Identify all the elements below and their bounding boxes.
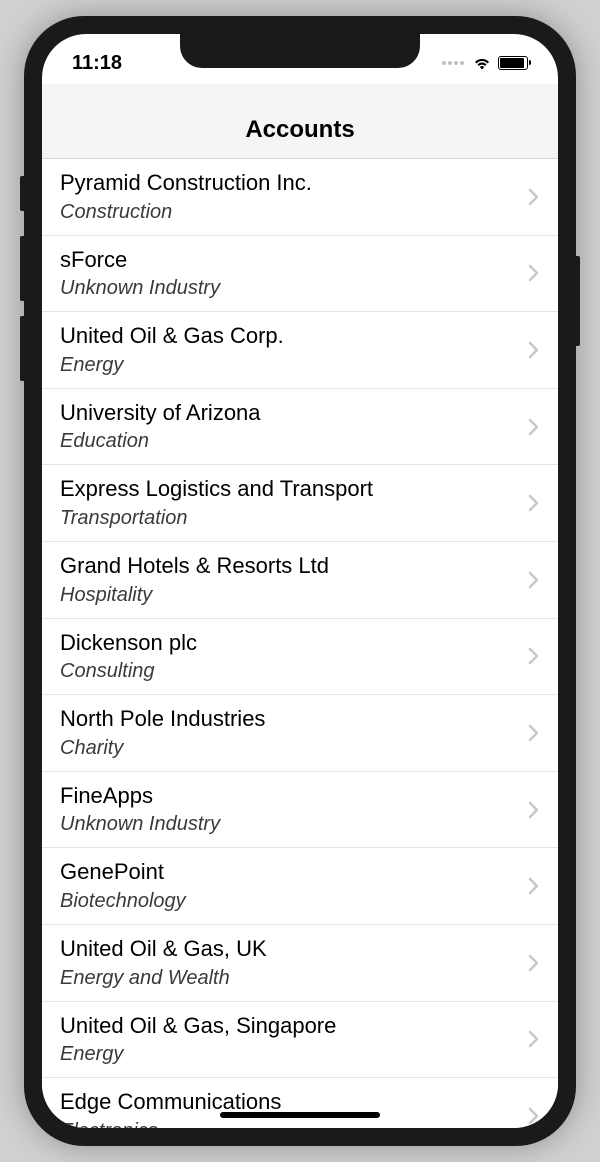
account-industry: Energy and Wealth (60, 966, 520, 991)
list-item[interactable]: United Oil & Gas, SingaporeEnergy (42, 1002, 558, 1079)
home-indicator[interactable] (220, 1112, 380, 1118)
account-industry: Hospitality (60, 583, 520, 608)
list-item-content: United Oil & Gas, SingaporeEnergy (60, 1012, 520, 1068)
account-industry: Unknown Industry (60, 812, 520, 837)
list-item[interactable]: FineAppsUnknown Industry (42, 772, 558, 849)
phone-frame: 11:18 Accounts Pyramid Constructio (24, 16, 576, 1146)
account-name: United Oil & Gas Corp. (60, 322, 520, 351)
wifi-icon (472, 56, 492, 71)
volume-down-button (20, 316, 24, 381)
account-name: North Pole Industries (60, 705, 520, 734)
list-item[interactable]: GenePointBiotechnology (42, 848, 558, 925)
page-title: Accounts (42, 116, 558, 144)
list-item-content: Pyramid Construction Inc.Construction (60, 169, 520, 225)
chevron-right-icon (528, 877, 540, 895)
account-name: United Oil & Gas, Singapore (60, 1012, 520, 1041)
ringer-switch (20, 176, 24, 211)
account-industry: Electronics (60, 1119, 520, 1128)
list-item-content: University of ArizonaEducation (60, 399, 520, 455)
list-item-content: United Oil & Gas Corp.Energy (60, 322, 520, 378)
chevron-right-icon (528, 264, 540, 282)
chevron-right-icon (528, 1107, 540, 1125)
list-item[interactable]: United Oil & Gas Corp.Energy (42, 312, 558, 389)
list-item-content: sForceUnknown Industry (60, 246, 520, 302)
list-item[interactable]: North Pole IndustriesCharity (42, 695, 558, 772)
account-industry: Unknown Industry (60, 276, 520, 301)
battery-icon (498, 56, 528, 70)
list-item[interactable]: Pyramid Construction Inc.Construction (42, 159, 558, 236)
list-item[interactable]: Grand Hotels & Resorts LtdHospitality (42, 542, 558, 619)
chevron-right-icon (528, 954, 540, 972)
chevron-right-icon (528, 571, 540, 589)
chevron-right-icon (528, 647, 540, 665)
notch (180, 34, 420, 68)
list-item[interactable]: United Oil & Gas, UKEnergy and Wealth (42, 925, 558, 1002)
account-name: Pyramid Construction Inc. (60, 169, 520, 198)
screen: 11:18 Accounts Pyramid Constructio (42, 34, 558, 1128)
account-industry: Education (60, 429, 520, 454)
account-name: Express Logistics and Transport (60, 475, 520, 504)
volume-up-button (20, 236, 24, 301)
list-item[interactable]: University of ArizonaEducation (42, 389, 558, 466)
list-item-content: FineAppsUnknown Industry (60, 782, 520, 838)
list-item-content: United Oil & Gas, UKEnergy and Wealth (60, 935, 520, 991)
list-item[interactable]: Edge CommunicationsElectronics (42, 1078, 558, 1128)
chevron-right-icon (528, 341, 540, 359)
list-item-content: North Pole IndustriesCharity (60, 705, 520, 761)
status-icons (442, 56, 528, 71)
account-name: sForce (60, 246, 520, 275)
chevron-right-icon (528, 494, 540, 512)
list-item[interactable]: sForceUnknown Industry (42, 236, 558, 313)
chevron-right-icon (528, 1030, 540, 1048)
power-button (576, 256, 580, 346)
account-name: Grand Hotels & Resorts Ltd (60, 552, 520, 581)
account-industry: Energy (60, 1042, 520, 1067)
account-industry: Consulting (60, 659, 520, 684)
account-industry: Transportation (60, 506, 520, 531)
account-name: GenePoint (60, 858, 520, 887)
list-item[interactable]: Express Logistics and TransportTransport… (42, 465, 558, 542)
account-name: University of Arizona (60, 399, 520, 428)
chevron-right-icon (528, 418, 540, 436)
list-item-content: Grand Hotels & Resorts LtdHospitality (60, 552, 520, 608)
account-industry: Construction (60, 200, 520, 225)
account-industry: Energy (60, 353, 520, 378)
chevron-right-icon (528, 801, 540, 819)
chevron-right-icon (528, 188, 540, 206)
list-item-content: Dickenson plcConsulting (60, 629, 520, 685)
navigation-header: Accounts (42, 84, 558, 159)
accounts-list[interactable]: Pyramid Construction Inc.Construction sFo… (42, 159, 558, 1128)
list-item-content: GenePointBiotechnology (60, 858, 520, 914)
list-item-content: Express Logistics and TransportTransport… (60, 475, 520, 531)
list-item[interactable]: Dickenson plcConsulting (42, 619, 558, 696)
account-name: Dickenson plc (60, 629, 520, 658)
list-item-content: Edge CommunicationsElectronics (60, 1088, 520, 1128)
status-time: 11:18 (72, 52, 122, 75)
signal-dots-icon (442, 61, 464, 65)
account-name: United Oil & Gas, UK (60, 935, 520, 964)
account-industry: Biotechnology (60, 889, 520, 914)
account-industry: Charity (60, 736, 520, 761)
chevron-right-icon (528, 724, 540, 742)
account-name: FineApps (60, 782, 520, 811)
